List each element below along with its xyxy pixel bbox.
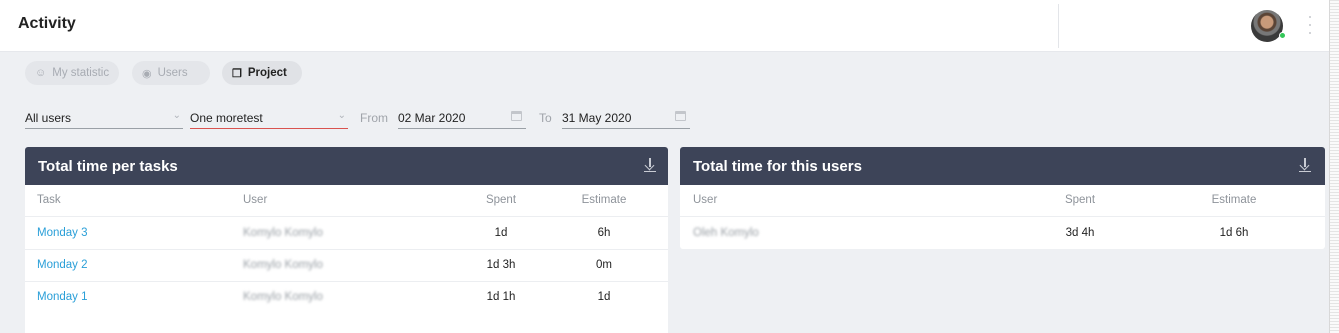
- tab-label: Project: [247, 67, 287, 79]
- spent-value: 1d 1h: [486, 291, 516, 303]
- header-divider: [1058, 4, 1059, 48]
- tasks-card-header: Total time per tasks: [25, 147, 668, 185]
- user-name: Komylo Komylo: [243, 227, 323, 239]
- tab-project[interactable]: ❒ Project: [222, 61, 302, 85]
- tasks-card: Total time per tasks Task User Spent Est…: [25, 147, 668, 333]
- estimate-value: 1d: [597, 291, 611, 303]
- online-status-dot: [1279, 32, 1286, 39]
- date-underline: [398, 128, 526, 129]
- column-header: Spent: [1064, 194, 1096, 206]
- users-card: Total time for this users User Spent Est…: [680, 147, 1325, 249]
- spent-value: 1d 3h: [486, 259, 516, 271]
- table-row: Monday 3 Komylo Komylo 1d 6h: [25, 218, 668, 250]
- estimate-value: 0m: [596, 259, 612, 271]
- download-icon[interactable]: [1299, 158, 1311, 172]
- project-select-value: One moretest: [190, 111, 263, 125]
- user-select[interactable]: All users ⌄: [25, 105, 183, 129]
- estimate-value: 1d 6h: [1219, 227, 1249, 239]
- user-avatar[interactable]: [1251, 10, 1283, 42]
- from-label-text: From: [360, 111, 388, 125]
- select-underline: [25, 128, 183, 129]
- select-underline: [190, 128, 348, 129]
- table-row: Monday 2 Komylo Komylo 1d 3h 0m: [25, 250, 668, 282]
- table-row: Oleh Komylo 3d 4h 1d 6h: [680, 218, 1325, 249]
- users-icon: ◉: [142, 67, 152, 80]
- to-date-value: 31 May 2020: [562, 111, 632, 125]
- user-icon: ☺: [35, 67, 47, 79]
- user-name: Komylo Komylo: [243, 259, 323, 271]
- user-name: Komylo Komylo: [243, 291, 323, 303]
- spent-value: 1d: [494, 227, 508, 239]
- user-select-value: All users: [25, 111, 72, 125]
- card-title: Total time per tasks: [38, 157, 178, 175]
- users-card-header: Total time for this users: [680, 147, 1325, 185]
- top-bar: Activity: [0, 0, 1329, 52]
- column-header: Task: [37, 194, 61, 206]
- from-date-field[interactable]: 02 Mar 2020: [398, 105, 526, 129]
- column-header: User: [693, 194, 718, 206]
- more-options-icon[interactable]: [1307, 16, 1313, 34]
- tab-users[interactable]: ◉ Users: [132, 61, 210, 85]
- tab-my-statistic[interactable]: ☺ My statistic: [25, 61, 119, 85]
- estimate-value: 6h: [597, 227, 611, 239]
- spent-value: 3d 4h: [1065, 227, 1095, 239]
- download-icon[interactable]: [644, 158, 656, 172]
- tab-label: My statistic: [52, 67, 110, 79]
- from-date-value: 02 Mar 2020: [398, 111, 466, 125]
- cube-icon: ❒: [232, 67, 242, 80]
- tab-label: Users: [157, 67, 188, 79]
- chevron-down-icon: ⌄: [337, 110, 346, 121]
- task-link[interactable]: Monday 2: [37, 259, 88, 271]
- date-underline: [562, 128, 690, 129]
- to-label: To: [539, 105, 559, 129]
- from-label: From: [360, 105, 390, 129]
- task-link[interactable]: Monday 3: [37, 227, 88, 239]
- to-date-field[interactable]: 31 May 2020: [562, 105, 690, 129]
- table-header-row: Task User Spent Estimate: [25, 185, 668, 217]
- table-row: Monday 1 Komylo Komylo 1d 1h 1d: [25, 282, 668, 314]
- column-header: Spent: [485, 194, 517, 206]
- user-name: Oleh Komylo: [693, 227, 759, 239]
- column-header: Estimate: [1211, 194, 1257, 206]
- chevron-down-icon: ⌄: [172, 110, 181, 121]
- page-scrollbar[interactable]: [1329, 0, 1339, 333]
- calendar-icon[interactable]: [675, 111, 686, 121]
- column-header: User: [243, 194, 268, 206]
- table-header-row: User Spent Estimate: [680, 185, 1325, 217]
- to-label-text: To: [539, 111, 552, 125]
- task-link[interactable]: Monday 1: [37, 291, 88, 303]
- card-title: Total time for this users: [693, 157, 862, 175]
- project-select[interactable]: One moretest ⌄: [190, 105, 348, 129]
- calendar-icon[interactable]: [511, 111, 522, 121]
- column-header: Estimate: [581, 194, 627, 206]
- page-title: Activity: [18, 15, 76, 32]
